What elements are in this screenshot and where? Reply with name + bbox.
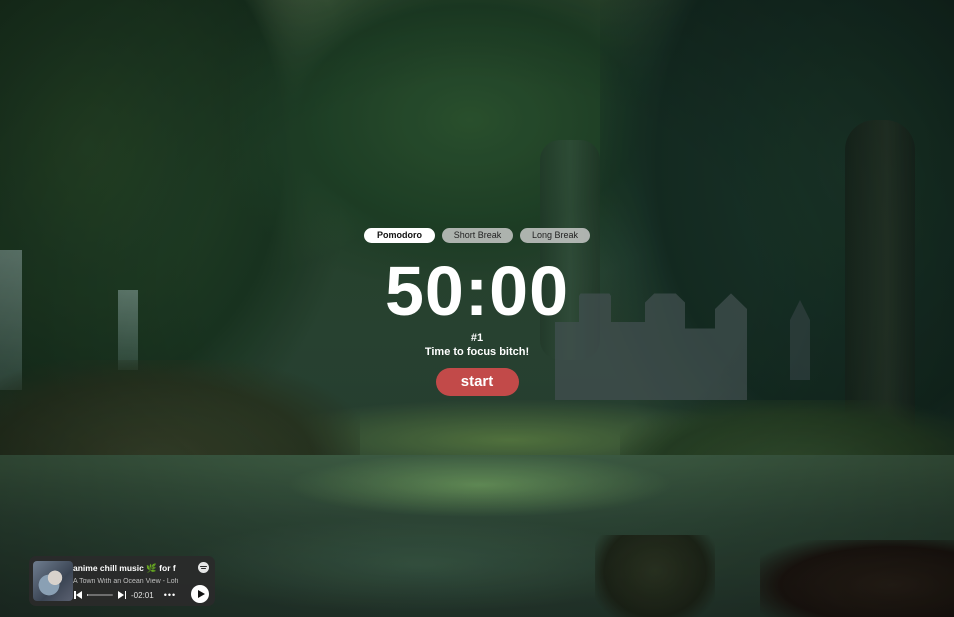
music-service-logo-icon[interactable] <box>198 562 209 573</box>
music-player-widget: anime chill music 🌿 for f A Town With an… <box>29 556 215 606</box>
next-track-icon[interactable] <box>117 590 127 600</box>
countdown-display: 50:00 <box>384 252 570 330</box>
timer-mode-tabs: Pomodoro Short Break Long Break <box>364 228 590 243</box>
tab-long-break[interactable]: Long Break <box>520 228 590 243</box>
progress-fill <box>87 594 89 596</box>
previous-track-icon[interactable] <box>73 590 83 600</box>
session-counter: #1 <box>470 332 484 344</box>
start-button[interactable]: start <box>435 368 519 396</box>
time-remaining: -02:01 <box>131 590 154 600</box>
focus-message: Time to focus bitch! <box>424 346 530 358</box>
play-icon[interactable] <box>191 585 209 603</box>
tab-short-break[interactable]: Short Break <box>442 228 513 243</box>
tab-pomodoro[interactable]: Pomodoro <box>364 228 435 243</box>
player-info: anime chill music 🌿 for f A Town With an… <box>73 561 211 603</box>
playlist-title[interactable]: anime chill music 🌿 for f <box>73 563 181 574</box>
playback-controls: -02:01 ••• <box>73 589 185 601</box>
album-cover <box>33 561 73 601</box>
more-options-icon[interactable]: ••• <box>164 590 176 600</box>
progress-bar[interactable] <box>87 594 113 596</box>
pomodoro-timer: Pomodoro Short Break Long Break 50:00 #1… <box>0 228 954 396</box>
track-name[interactable]: A Town With an Ocean View - Lofi <box>73 578 181 585</box>
